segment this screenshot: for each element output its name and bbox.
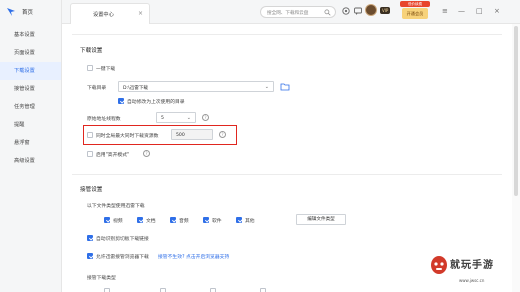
promo-tag: 低价续费: [400, 1, 430, 7]
folder-icon[interactable]: [280, 82, 290, 91]
sidebar-item-reminder[interactable]: 提醒: [0, 116, 61, 134]
menu-icon[interactable]: ≡: [442, 7, 448, 15]
sidebar-item-float[interactable]: 悬浮窗: [0, 134, 61, 152]
sidebar: 首页 基本设置 页面设置 下载设置 接管设置 任务管理 提醒 悬浮窗 高级设置: [0, 0, 62, 292]
sidebar-item-takeover[interactable]: 接管设置: [0, 80, 61, 98]
download-dir-value: D:\迅雷下载: [123, 85, 149, 91]
auto-modify-dir-label: 自动修改为上次使用的目录: [127, 100, 185, 105]
sidebar-home[interactable]: 首页: [0, 0, 61, 24]
download-dir-field[interactable]: D:\迅雷下载 ⌄: [118, 81, 274, 92]
origin-threads-value: 5: [161, 115, 164, 121]
help-icon[interactable]: ?: [143, 150, 150, 157]
auto-detect-clipboard-checkbox[interactable]: [87, 235, 93, 241]
open-vip-button[interactable]: 开通会员: [402, 8, 428, 19]
origin-threads-label: 原始地址线程数: [87, 117, 121, 122]
file-type-doc-checkbox[interactable]: [137, 217, 143, 223]
one-click-download-label: 一键下载: [96, 67, 116, 72]
minimize-button[interactable]: —: [458, 7, 465, 15]
list-item-checkbox[interactable]: [260, 288, 266, 292]
home-label: 首页: [22, 10, 34, 16]
allow-browser-takeover-checkbox[interactable]: [87, 253, 93, 259]
file-types-label: 以下文件类型使用迅雷下载: [87, 204, 145, 209]
auto-modify-dir-checkbox[interactable]: [118, 98, 124, 104]
message-icon[interactable]: [353, 6, 363, 16]
top-bar: 设置中心 × 搜全网、下载和云盘 VIP 低价续费 开通会员 ≡ — □ ×: [62, 0, 520, 24]
sidebar-item-basic[interactable]: 基本设置: [0, 26, 61, 44]
divider: [72, 174, 502, 175]
sidebar-item-download[interactable]: 下载设置: [0, 62, 61, 80]
max-tasks-value: 500: [176, 132, 185, 138]
edit-file-types-button[interactable]: 编辑文件类型: [296, 214, 346, 225]
file-type-label: 其他: [245, 219, 255, 224]
file-type-label: 软件: [212, 219, 222, 224]
scrollbar-thumb[interactable]: [514, 26, 518, 196]
file-type-label: 文档: [146, 219, 156, 224]
list-item-checkbox[interactable]: [104, 288, 110, 292]
gamepad-logo-icon: [431, 256, 447, 274]
maximize-button[interactable]: □: [476, 7, 483, 15]
download-dir-label: 下载目录: [87, 86, 107, 91]
file-type-label: 视频: [113, 219, 123, 224]
open-mode-checkbox[interactable]: [87, 151, 93, 157]
auto-detect-clipboard-label: 自动识别剪切板下载链接: [96, 237, 149, 242]
vip-badge: VIP: [380, 7, 391, 14]
search-icon[interactable]: [324, 9, 331, 16]
file-type-software-checkbox[interactable]: [203, 217, 209, 223]
search-input[interactable]: 搜全网、下载和云盘: [260, 6, 336, 18]
watermark: 就玩手游 www.jwsc.cn: [425, 244, 520, 292]
limit-max-tasks-label: 同时全局最大同时下载资源数: [96, 134, 159, 139]
promo-area[interactable]: 低价续费 开通会员: [400, 1, 430, 21]
browser-support-link[interactable]: 接管不生效? 点击开启浏览器支持: [158, 253, 229, 260]
allow-browser-takeover-label: 允许迅雷接管浏览器下载: [96, 255, 149, 260]
max-tasks-input[interactable]: 500: [171, 129, 213, 140]
help-icon[interactable]: ?: [219, 131, 226, 138]
tab-close-icon[interactable]: ×: [138, 10, 143, 17]
takeover-list-label: 接管下载类型: [87, 276, 116, 281]
takeover-settings-title: 接管设置: [80, 187, 103, 193]
limit-max-tasks-checkbox[interactable]: [87, 132, 93, 138]
open-mode-label: 启用"高开模式": [96, 153, 130, 158]
tab-label: 设置中心: [93, 12, 114, 18]
origin-threads-select[interactable]: 5 ⌄: [156, 112, 196, 123]
settings-icon[interactable]: [341, 6, 351, 16]
list-item-checkbox[interactable]: [210, 288, 216, 292]
list-item-checkbox[interactable]: [160, 288, 166, 292]
file-type-audio-checkbox[interactable]: [170, 217, 176, 223]
watermark-text: 就玩手游: [450, 260, 494, 271]
close-button[interactable]: ×: [494, 7, 500, 15]
file-type-label: 音频: [179, 219, 189, 224]
one-click-download-checkbox[interactable]: [87, 65, 93, 71]
divider: [72, 34, 502, 35]
thunder-logo-icon: [7, 8, 15, 16]
tab-settings-center[interactable]: 设置中心 ×: [70, 3, 150, 24]
avatar[interactable]: [365, 4, 377, 16]
file-type-other-checkbox[interactable]: [236, 217, 242, 223]
file-type-video-checkbox[interactable]: [104, 217, 110, 223]
watermark-url: www.jwsc.cn: [459, 278, 485, 283]
sidebar-item-page[interactable]: 页面设置: [0, 44, 61, 62]
chevron-down-icon: ⌄: [264, 84, 269, 90]
download-settings-title: 下载设置: [80, 48, 103, 54]
sidebar-item-tasks[interactable]: 任务管理: [0, 98, 61, 116]
sidebar-item-advanced[interactable]: 高级设置: [0, 152, 61, 170]
search-placeholder: 搜全网、下载和云盘: [267, 10, 309, 16]
help-icon[interactable]: ?: [202, 114, 209, 121]
chevron-down-icon: ⌄: [186, 115, 191, 121]
